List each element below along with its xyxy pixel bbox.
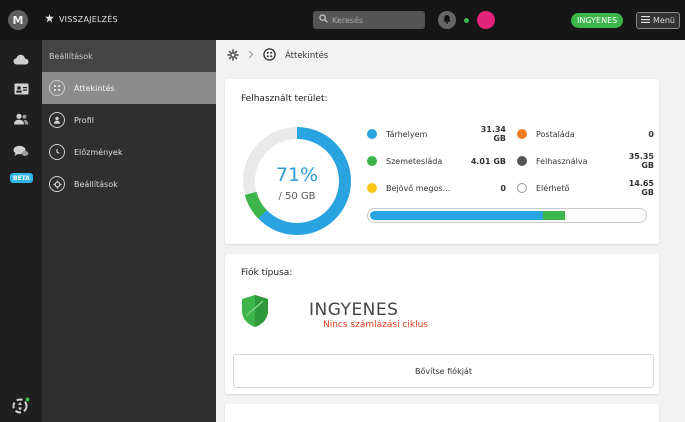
breadcrumb-current[interactable]: Áttekintés bbox=[285, 51, 328, 61]
online-status-dot bbox=[464, 18, 469, 23]
legend-used: Felhasználva 35.35 GB bbox=[517, 152, 654, 170]
search-input[interactable] bbox=[332, 15, 422, 25]
sidebar-item-profile[interactable]: Profil bbox=[42, 104, 216, 136]
filled-dot-icon bbox=[367, 129, 377, 139]
rail-transfers[interactable] bbox=[0, 394, 42, 418]
legend-rubbish-bin: Szemetesláda 4.01 GB bbox=[367, 154, 506, 168]
filled-dot-icon bbox=[517, 156, 527, 166]
feedback-label: VISSZAJELZÉS bbox=[59, 15, 118, 24]
id-card-icon bbox=[14, 83, 29, 98]
sidebar-item-overview[interactable]: Áttekintés bbox=[42, 72, 216, 104]
storage-usage-bar bbox=[367, 208, 647, 223]
bell-icon bbox=[442, 14, 452, 27]
feedback-icon bbox=[45, 14, 54, 25]
gear-icon bbox=[49, 176, 65, 192]
dots-grid-icon bbox=[49, 80, 65, 96]
transfers-icon bbox=[11, 396, 31, 417]
account-plan-name: INGYENES bbox=[309, 300, 399, 320]
notifications-button[interactable] bbox=[438, 11, 456, 29]
cloud-icon bbox=[13, 54, 29, 68]
filled-dot-icon bbox=[367, 156, 377, 166]
sidebar-header: Beállítások bbox=[42, 40, 216, 72]
sidebar-item-history[interactable]: Előzmények bbox=[42, 136, 216, 168]
search-box[interactable] bbox=[313, 11, 425, 29]
total-capacity: / 50 GB bbox=[278, 191, 315, 202]
rail-contacts[interactable] bbox=[0, 108, 42, 132]
account-type-card: Fiók típusa: INGYENES Nincs számlázási c… bbox=[225, 254, 659, 394]
storage-donut-chart: 71% / 50 GB bbox=[243, 127, 351, 235]
legend-value: 4.01 GB bbox=[470, 156, 506, 166]
main-content: Áttekintés Felhasznált terület: 71% / 50… bbox=[216, 40, 685, 422]
storage-title: Felhasznált terület: bbox=[241, 94, 328, 104]
upgrade-account-button[interactable]: Bővítse fiókját bbox=[233, 354, 654, 388]
menu-button[interactable]: Menü bbox=[636, 12, 680, 29]
app-logo[interactable]: M bbox=[8, 10, 28, 30]
app-rail: BETA bbox=[0, 40, 42, 422]
feedback-link[interactable]: VISSZAJELZÉS bbox=[45, 14, 118, 25]
hollow-dot-icon bbox=[517, 183, 527, 193]
legend-incoming-shares: Bejövő megos… 0 bbox=[367, 181, 506, 195]
sidebar-item-label: Áttekintés bbox=[74, 83, 115, 93]
rail-contacts-card[interactable] bbox=[0, 78, 42, 102]
next-card bbox=[225, 404, 659, 422]
hamburger-icon bbox=[641, 16, 651, 25]
account-type-title: Fiók típusa: bbox=[241, 268, 293, 278]
rail-cloud-drive[interactable] bbox=[0, 49, 42, 73]
gear-icon[interactable] bbox=[227, 49, 239, 64]
search-icon bbox=[319, 14, 328, 26]
top-bar: M VISSZAJELZÉS INGYENES Menü bbox=[0, 0, 685, 40]
legend-label: Szemetesláda bbox=[386, 156, 443, 166]
billing-cycle-text: Nincs számlázási ciklus bbox=[323, 320, 428, 330]
legend-label: Felhasználva bbox=[536, 156, 588, 166]
usage-bar-my-drive bbox=[370, 211, 543, 220]
legend-label: Tárhelyem bbox=[386, 129, 428, 139]
breadcrumb: Áttekintés bbox=[227, 48, 328, 64]
used-percent: 71% bbox=[276, 164, 318, 186]
rail-chat[interactable] bbox=[0, 141, 42, 165]
usage-bar-rubbish-bin bbox=[542, 211, 566, 220]
sidebar-item-label: Beállítások bbox=[74, 179, 118, 189]
sidebar-item-label: Profil bbox=[74, 115, 94, 125]
chevron-right-icon bbox=[248, 50, 254, 62]
filled-dot-icon bbox=[367, 183, 377, 193]
clock-icon bbox=[49, 144, 65, 160]
shield-icon bbox=[241, 294, 269, 331]
legend-label: Elérhető bbox=[536, 183, 570, 193]
plan-badge[interactable]: INGYENES bbox=[571, 13, 624, 28]
legend-label: Bejövő megos… bbox=[386, 183, 451, 193]
legend-inbox: Postaláda 0 bbox=[517, 127, 654, 141]
legend-value: 14.65 GB bbox=[628, 179, 654, 197]
beta-badge: BETA bbox=[10, 173, 33, 183]
sidebar-item-settings[interactable]: Beállítások bbox=[42, 168, 216, 200]
user-icon bbox=[49, 112, 65, 128]
legend-my-drive: Tárhelyem 31.34 GB bbox=[367, 125, 506, 143]
user-avatar[interactable] bbox=[477, 11, 495, 29]
legend-value: 31.34 GB bbox=[480, 125, 506, 143]
legend-available: Elérhető 14.65 GB bbox=[517, 179, 654, 197]
legend-value: 0 bbox=[648, 129, 654, 139]
legend-label: Postaláda bbox=[536, 129, 575, 139]
sidebar-item-label: Előzmények bbox=[74, 147, 123, 157]
menu-label: Menü bbox=[653, 16, 675, 25]
storage-card: Felhasznált terület: 71% / 50 GB Tárhely… bbox=[225, 79, 659, 244]
legend-value: 0 bbox=[500, 183, 506, 193]
chat-icon bbox=[13, 145, 29, 161]
legend-value: 35.35 GB bbox=[628, 152, 654, 170]
settings-sidebar: Beállítások Áttekintés Profil Előzmények… bbox=[42, 40, 216, 422]
filled-dot-icon bbox=[517, 129, 527, 139]
dots-grid-icon bbox=[263, 48, 276, 64]
users-icon bbox=[13, 113, 29, 128]
